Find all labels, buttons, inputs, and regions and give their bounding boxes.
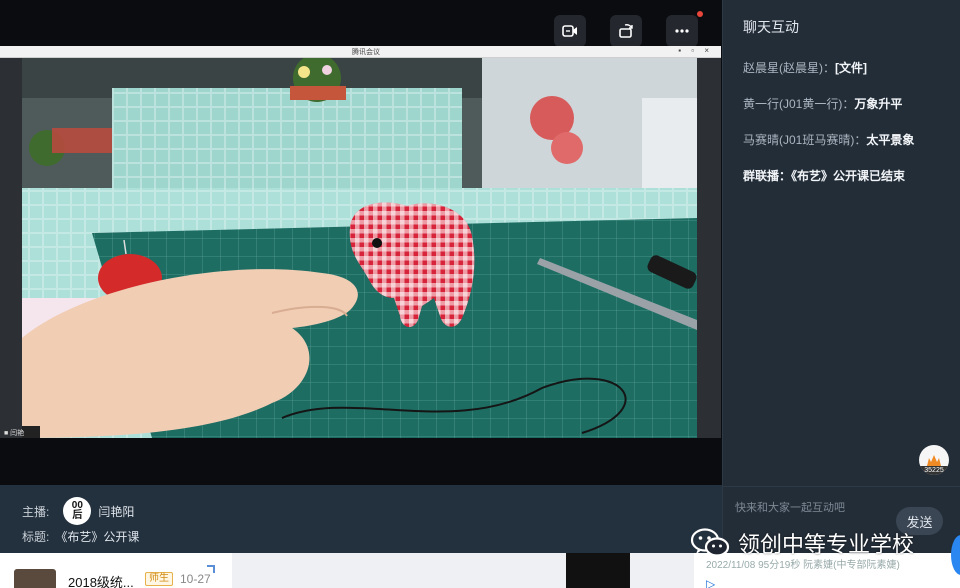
screen-switch-button[interactable] <box>554 15 586 47</box>
message-sender: 群联播： <box>743 169 792 183</box>
shared-screen: 腾讯会议 ▪ ▫ × ■ 闫艳 <box>0 46 721 438</box>
watermark-text: 领创中等专业学校 <box>738 532 915 557</box>
group-list-item[interactable]: 2018级统... 师生 10-27 <box>0 553 232 588</box>
message-text: 万象升平 <box>854 97 903 111</box>
video-thumbnail[interactable] <box>566 553 630 588</box>
window-controls-icon: ▪ ▫ × <box>678 46 713 55</box>
chat-system-message: 群联播：《布艺》公开课已结束 <box>743 167 957 184</box>
corner-marker-icon <box>207 565 215 573</box>
like-count: 35225 <box>919 466 949 475</box>
shared-window-title: 腾讯会议 <box>352 49 380 56</box>
message-text[interactable]: [文件] <box>835 61 867 75</box>
message-sender: 马赛晴(J01班马赛晴)： <box>743 133 867 147</box>
live-classroom-window: 腾讯会议 ▪ ▫ × ■ 闫艳 主播: 00 后 闫艳阳 标题: 《布艺》公开课… <box>0 0 960 588</box>
wechat-logo-icon <box>690 528 730 557</box>
host-row: 主播: 00 后 闫艳阳 <box>22 497 134 525</box>
video-stage: 腾讯会议 ▪ ▫ × ■ 闫艳 <box>0 0 722 485</box>
chat-input[interactable]: 快来和大家一起互动吧 <box>735 499 845 515</box>
shared-camera-label: ■ 闫艳 <box>4 430 25 437</box>
host-label: 主播: <box>22 504 50 519</box>
play-icon[interactable]: ▷ <box>706 577 715 588</box>
shared-left-margin <box>0 58 22 438</box>
title-label: 标题: <box>22 530 50 544</box>
chat-message: 赵晨星(赵晨星)：[文件] <box>743 59 957 76</box>
flame-like-icon <box>927 455 941 466</box>
message-sender: 黄一行(J01黄一行)： <box>743 97 855 111</box>
group-tag-badge: 师生 <box>145 572 173 586</box>
chat-header: 聊天互动 <box>743 19 799 35</box>
broadcast-info-bar: 主播: 00 后 闫艳阳 标题: 《布艺》公开课 <box>0 485 722 553</box>
notification-dot <box>697 11 703 17</box>
chat-message: 黄一行(J01黄一行)：万象升平 <box>743 95 957 112</box>
more-options-button[interactable] <box>666 11 703 47</box>
title-row: 标题: 《布艺》公开课 <box>22 528 139 545</box>
message-text: 《布艺》公开课已结束 <box>791 169 906 183</box>
more-dots-icon <box>675 29 689 33</box>
shared-right-margin <box>697 58 721 438</box>
rotate-icon <box>619 24 633 38</box>
wechat-watermark: 领创中等专业学校 <box>690 527 914 559</box>
chat-panel: 聊天互动 赵晨星(赵晨星)：[文件] 黄一行(J01黄一行)：万象升平 马赛晴(… <box>722 0 960 553</box>
like-button[interactable]: 35225 <box>919 445 949 475</box>
rotate-screen-button[interactable] <box>610 15 642 47</box>
message-sender: 赵晨星(赵晨星)： <box>743 61 835 75</box>
group-thumbnail <box>14 569 56 588</box>
group-date: 10-27 <box>180 572 211 586</box>
message-text: 太平景象 <box>866 133 915 147</box>
host-avatar[interactable]: 00 后 <box>63 497 92 525</box>
video-switch-icon <box>562 25 577 37</box>
group-name: 2018级统... <box>68 575 134 588</box>
stage-toolbar <box>0 0 722 47</box>
shared-window-titlebar: 腾讯会议 ▪ ▫ × <box>0 46 721 58</box>
avatar-text-bottom: 后 <box>72 510 83 521</box>
chat-message: 马赛晴(J01班马赛晴)：太平景象 <box>743 131 957 148</box>
host-name: 闫艳阳 <box>98 504 135 519</box>
broadcast-title: 《布艺》公开课 <box>55 530 140 544</box>
camera-feed-image <box>22 58 697 438</box>
